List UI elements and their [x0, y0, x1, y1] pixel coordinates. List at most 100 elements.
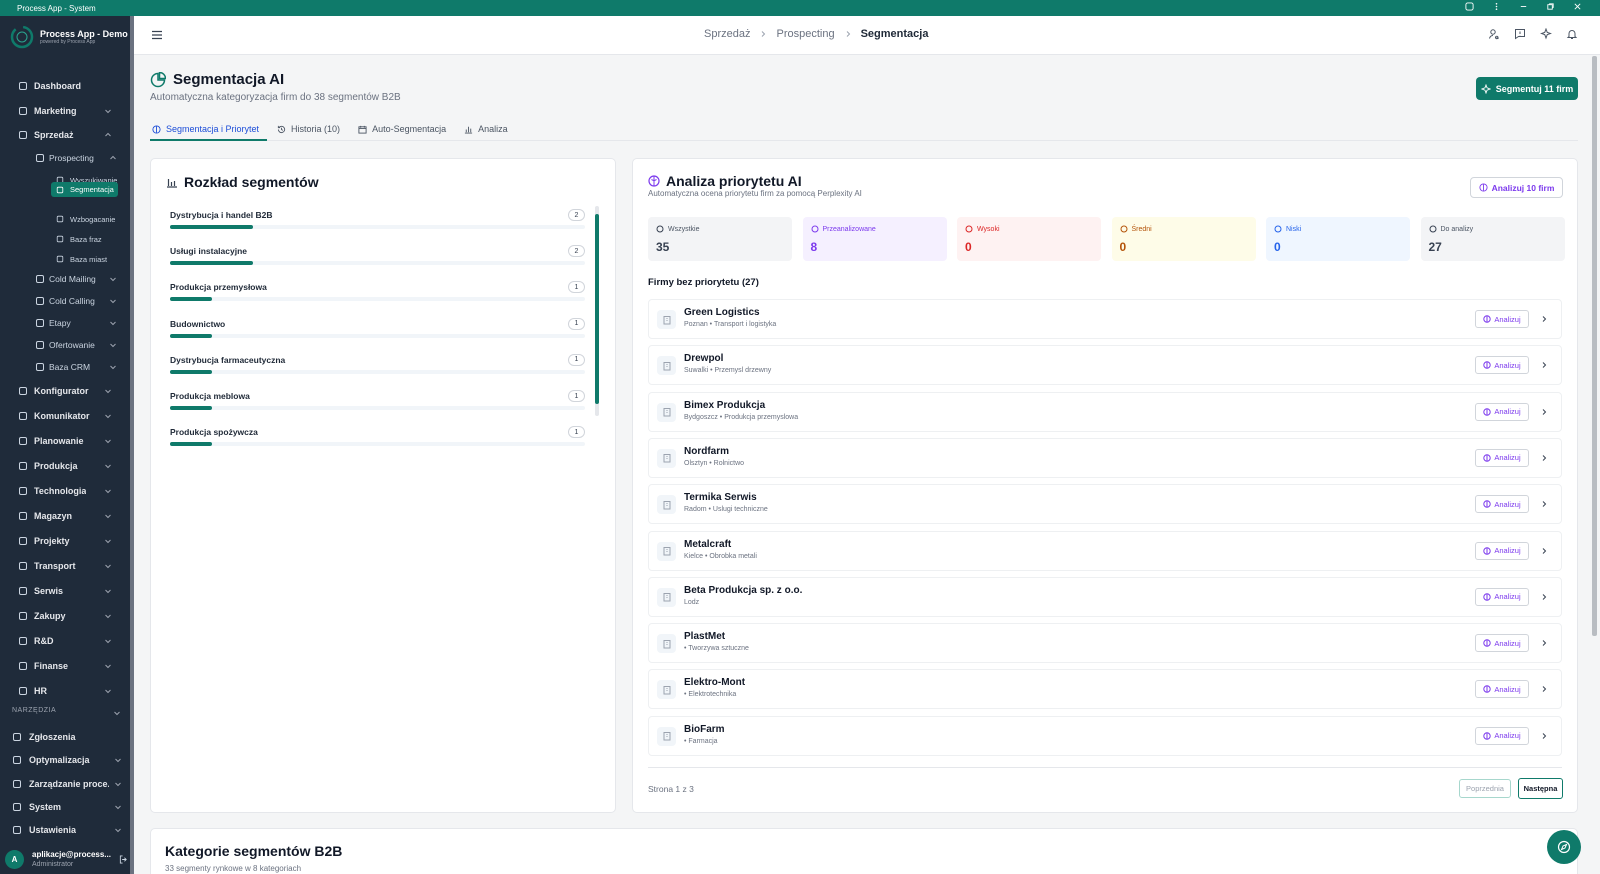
segment-firms-button[interactable]: Segmentuj 11 firm	[1476, 77, 1578, 100]
chevron-down-icon[interactable]	[104, 487, 112, 495]
sidebar-item-baza-crm[interactable]: Baza CRM	[0, 356, 130, 378]
chevron-down-icon[interactable]	[109, 319, 117, 327]
next-page-button[interactable]: Następna	[1518, 778, 1563, 799]
segment-row[interactable]: Budownictwo 1	[170, 317, 585, 355]
chevron-right-icon[interactable]	[1540, 454, 1548, 462]
firm-row[interactable]: Beta Produkcja sp. z o.o. Lodz Analizuj	[648, 576, 1562, 617]
sidebar-tool-2[interactable]: Optymalizacja	[0, 749, 130, 771]
analyze-firm-button[interactable]: Analizuj	[1475, 310, 1529, 328]
sidebar-tool-3[interactable]: Zarządzanie proce...	[0, 773, 130, 795]
minimize-icon[interactable]	[1519, 2, 1528, 11]
firm-row[interactable]: BioFarm • Farmacja Analizuj	[648, 715, 1562, 756]
sidebar-item-baza-miast[interactable]: Baza miast	[0, 248, 130, 270]
segment-row[interactable]: Dystrybucja i handel B2B 2	[170, 209, 585, 246]
stat-card[interactable]: Niski 0	[1266, 217, 1410, 261]
brand[interactable]: Process App - Demo powered by Process Ap…	[10, 25, 128, 49]
chevron-down-icon[interactable]	[104, 512, 112, 520]
chevron-down-icon[interactable]	[104, 462, 112, 470]
analyze-firm-button[interactable]: Analizuj	[1475, 448, 1529, 467]
sidebar-item-sprzedaż[interactable]: Sprzedaż	[0, 124, 130, 146]
sidebar-item-hr[interactable]: HR	[0, 680, 130, 702]
sidebar-scrollbar[interactable]	[130, 16, 134, 874]
tab-analysis[interactable]: Analiza	[462, 119, 516, 141]
chevron-down-icon[interactable]	[114, 803, 122, 811]
firm-row[interactable]: Drewpol Suwalki • Przemysl drzewny Analizu…	[648, 345, 1562, 386]
chevron-down-icon[interactable]	[113, 709, 121, 717]
breadcrumb-item[interactable]: Sprzedaż	[704, 28, 750, 40]
firm-row[interactable]: Elektro-Mont • Elektrotechnika Analizuj	[648, 669, 1562, 710]
sidebar-item-technologia[interactable]: Technologia	[0, 480, 130, 502]
sidebar-item-segmentacja[interactable]: Segmentacja	[51, 182, 118, 197]
compass-fab-button[interactable]	[1547, 830, 1581, 864]
analyze-firms-button[interactable]: Analizuj 10 firm	[1470, 177, 1563, 198]
chevron-down-icon[interactable]	[104, 537, 112, 545]
segment-row[interactable]: Produkcja przemysłowa 1	[170, 281, 585, 318]
previous-page-button[interactable]: Poprzednia	[1459, 779, 1511, 798]
sidebar-item-marketing[interactable]: Marketing	[0, 100, 130, 122]
firm-row[interactable]: Green Logistics Poznan • Transport i logi…	[648, 299, 1562, 339]
sidebar-item-finanse[interactable]: Finanse	[0, 655, 130, 677]
sidebar-item-komunikator[interactable]: Komunikator	[0, 405, 130, 427]
segments-scrollbar[interactable]	[595, 206, 599, 416]
chevron-down-icon[interactable]	[114, 826, 122, 834]
sidebar-item-zakupy[interactable]: Zakupy	[0, 605, 130, 627]
chevron-right-icon[interactable]	[1540, 685, 1548, 693]
analyze-firm-button[interactable]: Analizuj	[1475, 356, 1529, 375]
chevron-right-icon[interactable]	[1540, 500, 1548, 508]
chevron-down-icon[interactable]	[104, 437, 112, 445]
stat-card[interactable]: Wysoki 0	[957, 217, 1101, 261]
breadcrumb-item[interactable]: Prospecting	[776, 28, 834, 40]
tab-segmentation-priority[interactable]: Segmentacja i Priorytet	[150, 119, 268, 141]
message-icon[interactable]	[1514, 28, 1526, 40]
chevron-down-icon[interactable]	[104, 412, 112, 420]
analyze-firm-button[interactable]: Analizuj	[1475, 541, 1529, 560]
sidebar-item-cold-calling[interactable]: Cold Calling	[0, 290, 130, 312]
sidebar-tool-5[interactable]: Ustawienia	[0, 819, 130, 841]
firm-row[interactable]: Metalcraft Kielce • Obrobka metali Analizu…	[648, 530, 1562, 571]
segment-row[interactable]: Dystrybucja farmaceutyczna 1	[170, 353, 585, 391]
analyze-firm-button[interactable]: Analizuj	[1475, 680, 1529, 699]
sidebar-item-planowanie[interactable]: Planowanie	[0, 430, 130, 452]
chevron-up-icon[interactable]	[104, 131, 112, 139]
sidebar-item-serwis[interactable]: Serwis	[0, 580, 130, 602]
sidebar-item-konfigurator[interactable]: Konfigurator	[0, 380, 130, 402]
sidebar-item-produkcja[interactable]: Produkcja	[0, 455, 130, 477]
chevron-right-icon[interactable]	[1540, 547, 1548, 555]
segment-row[interactable]: Produkcja meblowa 1	[170, 390, 585, 427]
tab-history[interactable]: Historia (10)	[275, 119, 348, 141]
more-vertical-icon[interactable]	[1492, 2, 1501, 11]
sidebar-item-projekty[interactable]: Projekty	[0, 530, 130, 552]
chevron-down-icon[interactable]	[104, 562, 112, 570]
bell-icon[interactable]	[1566, 28, 1578, 40]
firm-row[interactable]: Nordfarm Olsztyn • Rolnictwo Analizuj	[648, 437, 1562, 478]
restore-icon[interactable]	[1546, 2, 1555, 11]
chevron-down-icon[interactable]	[104, 387, 112, 395]
chevron-down-icon[interactable]	[114, 780, 122, 788]
chevron-down-icon[interactable]	[104, 687, 112, 695]
sparkle-icon[interactable]	[1540, 28, 1552, 40]
segment-row[interactable]: Usługi instalacyjne 2	[170, 245, 585, 282]
user-search-icon[interactable]	[1488, 28, 1500, 40]
analyze-firm-button[interactable]: Analizuj	[1475, 726, 1529, 745]
sidebar-item-cold-mailing[interactable]: Cold Mailing	[0, 268, 130, 290]
sidebar-tool-4[interactable]: System	[0, 796, 130, 818]
sidebar-item-etapy[interactable]: Etapy	[0, 312, 130, 334]
main-scrollbar[interactable]	[1592, 56, 1597, 636]
chevron-down-icon[interactable]	[109, 341, 117, 349]
sidebar-item-magazyn[interactable]: Magazyn	[0, 505, 130, 527]
chevron-down-icon[interactable]	[104, 612, 112, 620]
firm-row[interactable]: Termika Serwis Radom • Uslugi techniczne A…	[648, 484, 1562, 525]
tab-auto-segmentation[interactable]: Auto-Segmentacja	[356, 119, 454, 141]
sidebar-item-wzbogacanie[interactable]: Wzbogacanie	[0, 208, 130, 230]
stat-card[interactable]: Średni 0	[1111, 217, 1256, 261]
hamburger-menu-icon[interactable]	[151, 29, 163, 41]
analyze-firm-button[interactable]: Analizuj	[1475, 402, 1529, 421]
chevron-right-icon[interactable]	[1540, 732, 1548, 740]
chevron-down-icon[interactable]	[104, 637, 112, 645]
chevron-down-icon[interactable]	[109, 275, 117, 283]
firm-row[interactable]: Bimex Produkcja Bydgoszcz • Produkcja prz…	[648, 391, 1562, 432]
chevron-right-icon[interactable]	[1540, 639, 1548, 647]
sidebar-tool-1[interactable]: Zgłoszenia	[0, 726, 130, 748]
sidebar-item-r-d[interactable]: R&D	[0, 630, 130, 652]
chevron-down-icon[interactable]	[104, 107, 112, 115]
